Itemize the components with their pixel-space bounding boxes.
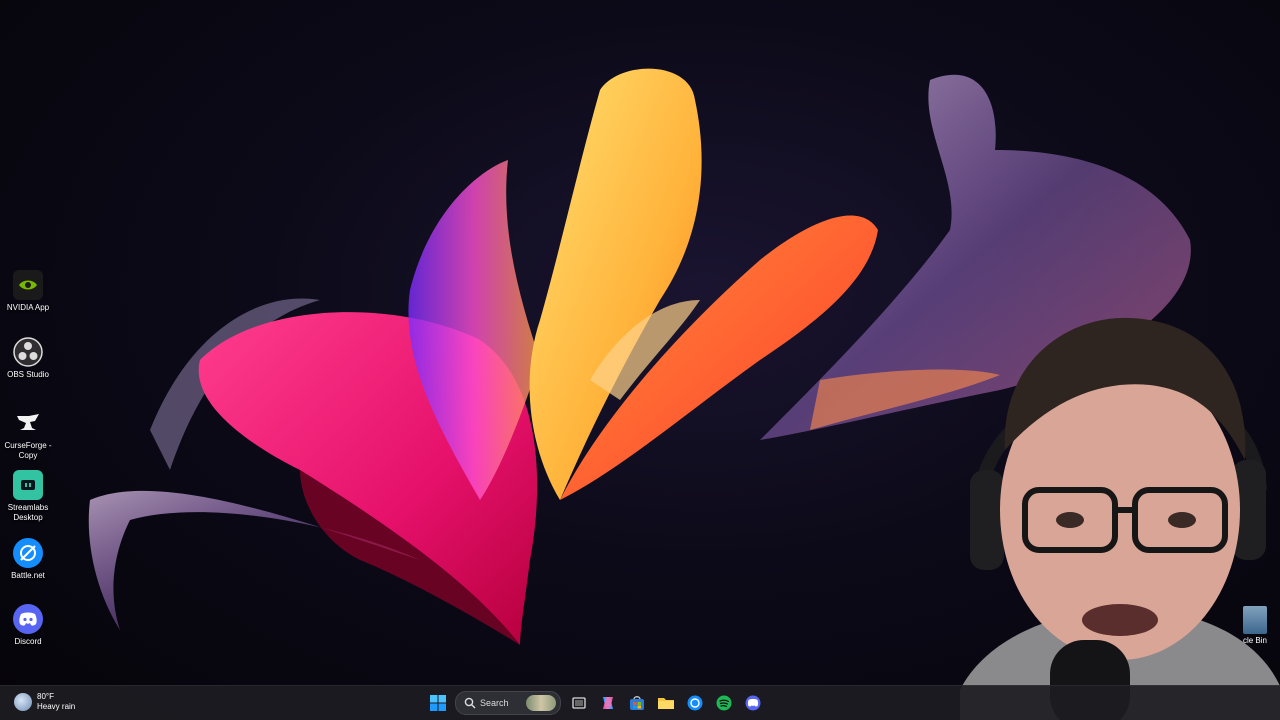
discord-icon — [13, 604, 43, 634]
spotify-icon — [716, 695, 732, 711]
weather-condition: Heavy rain — [37, 702, 76, 711]
task-view-icon — [572, 697, 586, 709]
task-view-button[interactable] — [567, 691, 591, 715]
rain-cloud-icon — [14, 693, 32, 711]
curseforge-icon — [13, 408, 43, 438]
taskbar-search[interactable]: Search — [455, 691, 561, 715]
desktop-icon-label: Battle.net — [11, 571, 45, 580]
store-icon — [630, 696, 644, 710]
weather-temperature: 80°F — [37, 692, 54, 701]
battlenet-taskbar-button[interactable] — [683, 691, 707, 715]
desktop-icon-discord[interactable]: Discord — [0, 604, 56, 647]
file-explorer-button[interactable] — [654, 691, 678, 715]
copilot-icon — [603, 697, 613, 709]
obs-icon — [13, 337, 43, 367]
file-explorer-icon — [658, 698, 674, 709]
windows-start-icon — [430, 695, 446, 711]
desktop-icon-battlenet[interactable]: Battle.net — [0, 538, 56, 581]
weather-widget[interactable]: 80°F Heavy rain — [14, 692, 75, 712]
desktop-icon-label: CurseForge - Copy — [4, 441, 52, 460]
discord-taskbar-button[interactable] — [741, 691, 765, 715]
taskbar-center: Search — [426, 691, 770, 715]
webcam-overlay — [960, 317, 1280, 720]
search-placeholder: Search — [480, 698, 509, 708]
desktop-icon-label: NVIDIA App — [6, 303, 50, 312]
desktop-icon-obs-studio[interactable]: OBS Studio — [0, 337, 56, 380]
battlenet-icon — [687, 695, 703, 711]
nvidia-icon — [13, 270, 43, 300]
spotify-button[interactable] — [712, 691, 736, 715]
desktop-icon-label: Streamlabs Desktop — [7, 503, 49, 522]
discord-icon — [745, 695, 761, 711]
search-icon — [464, 697, 476, 709]
store-button[interactable] — [625, 691, 649, 715]
desktop-icon-curseforge[interactable]: CurseForge - Copy — [0, 408, 56, 461]
copilot-button[interactable] — [596, 691, 620, 715]
taskbar: 80°F Heavy rain Search — [0, 685, 1280, 720]
desktop-icon-streamlabs[interactable]: Streamlabs Desktop — [0, 470, 56, 523]
search-highlight-image — [526, 695, 556, 711]
desktop-icon-nvidia-app[interactable]: NVIDIA App — [0, 270, 56, 313]
desktop-icon-label: Discord — [14, 637, 42, 646]
streamlabs-icon — [13, 470, 43, 500]
desktop-icon-label: OBS Studio — [7, 370, 49, 379]
battlenet-icon — [13, 538, 43, 568]
start-button[interactable] — [426, 691, 450, 715]
